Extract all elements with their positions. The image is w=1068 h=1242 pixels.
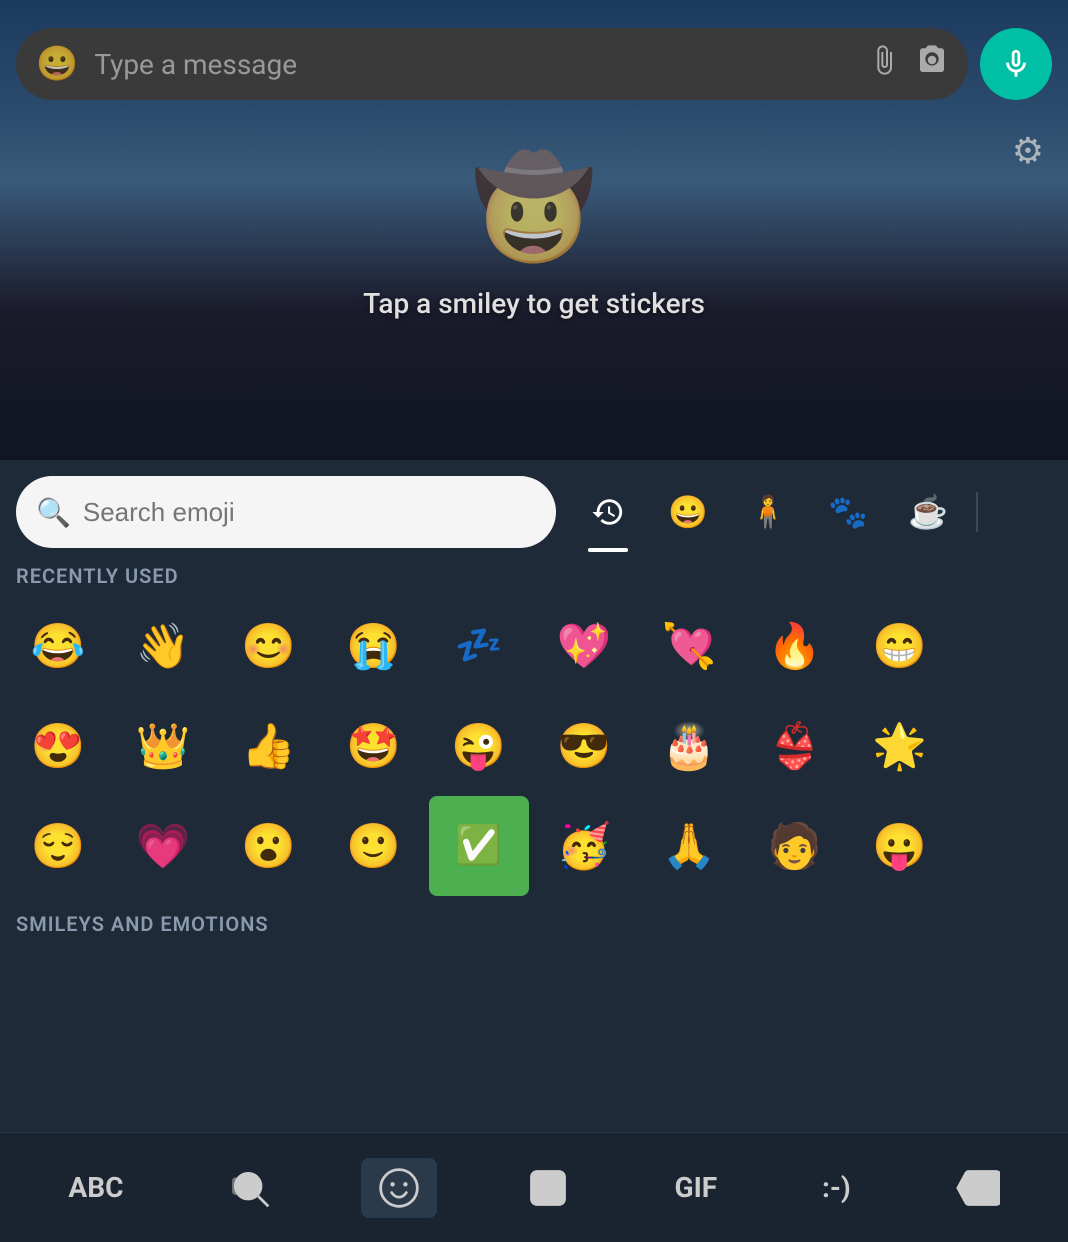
emoji-cell[interactable]: 🤩 xyxy=(324,696,424,796)
emoji-cell xyxy=(955,796,1055,896)
section-recently-used-label: RECENTLY USED xyxy=(0,548,1068,596)
settings-gear-icon[interactable]: ⚙ xyxy=(1012,130,1044,172)
emoji-toggle-icon[interactable]: 😀 xyxy=(36,44,78,84)
emoji-cell[interactable]: 👋 xyxy=(113,596,213,696)
emoji-cell[interactable]: 💘 xyxy=(639,596,739,696)
category-tab-smileys[interactable]: 😀 xyxy=(652,476,724,548)
abc-label: ABC xyxy=(68,1171,123,1204)
emoji-cell[interactable]: 🙂 xyxy=(324,796,424,896)
emoji-cell[interactable]: 🎂 xyxy=(639,696,739,796)
category-tab-animals[interactable]: 🐾 xyxy=(812,476,884,548)
camera-icon[interactable] xyxy=(916,44,948,84)
emoji-cell[interactable]: 😂 xyxy=(8,596,108,696)
message-input-container[interactable]: 😀 Type a message xyxy=(16,28,968,100)
message-placeholder[interactable]: Type a message xyxy=(94,48,852,81)
emoji-cell[interactable]: 💗 xyxy=(113,796,213,896)
emoji-cell[interactable]: 😎 xyxy=(534,696,634,796)
text-emoji-button[interactable]: :-) xyxy=(806,1163,867,1212)
emoji-grid-recently-used: 😂 👋 😊 😭 💤 💖 💘 🔥 😁 😍 👑 👍 🤩 😜 😎 🎂 👙 🌟 😌 💗 … xyxy=(0,596,1068,896)
emoji-cell[interactable]: 🧑 xyxy=(744,796,844,896)
emoji-cell[interactable]: 🥳 xyxy=(534,796,634,896)
paperclip-icon[interactable] xyxy=(868,44,900,84)
emoji-cell[interactable]: 👑 xyxy=(113,696,213,796)
emoji-cell[interactable]: 😌 xyxy=(8,796,108,896)
emoji-cell[interactable]: 😮 xyxy=(218,796,318,896)
search-icon: 🔍 xyxy=(36,496,71,529)
emoji-cell[interactable]: 💤 xyxy=(429,596,529,696)
sticker-button[interactable] xyxy=(510,1158,586,1218)
emoji-cell[interactable]: 😁 xyxy=(850,596,950,696)
message-bar: 😀 Type a message xyxy=(16,20,1052,108)
mic-button[interactable] xyxy=(980,28,1052,100)
emoji-cell[interactable]: 💖 xyxy=(534,596,634,696)
emoji-panel: 🔍 😀 🧍 🐾 ☕ RECENTLY USED 😂 👋 😊 😭 💤 💖 💘 🔥 … xyxy=(0,460,1068,1242)
category-tab-food[interactable]: ☕ xyxy=(892,476,964,548)
category-tab-people[interactable]: 🧍 xyxy=(732,476,804,548)
search-emoji-input[interactable] xyxy=(83,497,536,528)
emoji-cell[interactable]: ✅ xyxy=(429,796,529,896)
emoji-cell[interactable]: 🔥 xyxy=(744,596,844,696)
emoji-cell[interactable]: 🙏 xyxy=(639,796,739,896)
keyboard-bar: ABC GIF :-) xyxy=(0,1132,1068,1242)
sticker-prompt-area: 🤠 Tap a smiley to get stickers xyxy=(0,150,1068,320)
emoji-cell[interactable]: 😜 xyxy=(429,696,529,796)
sticker-prompt-text: Tap a smiley to get stickers xyxy=(363,287,705,320)
search-tabs-row: 🔍 😀 🧍 🐾 ☕ xyxy=(0,460,1068,548)
backspace-button[interactable] xyxy=(940,1158,1016,1218)
emoji-cell[interactable]: 🌟 xyxy=(850,696,950,796)
emoji-cell[interactable]: 😍 xyxy=(8,696,108,796)
sticker-cowboy-emoji[interactable]: 🤠 xyxy=(472,150,597,267)
emoji-cell[interactable]: 😊 xyxy=(218,596,318,696)
category-tab-recent[interactable] xyxy=(572,476,644,548)
emoji-cell[interactable]: 👙 xyxy=(744,696,844,796)
gif-button[interactable]: GIF xyxy=(659,1163,734,1212)
abc-button[interactable]: ABC xyxy=(52,1163,139,1212)
search-box[interactable]: 🔍 xyxy=(16,476,556,548)
section-smileys-label: SMILEYS AND EMOTIONS xyxy=(0,896,1068,944)
emoji-cell xyxy=(955,596,1055,696)
tab-divider xyxy=(976,492,978,532)
emoji-cell xyxy=(955,696,1055,796)
sticker-search-button[interactable] xyxy=(212,1158,288,1218)
gif-label: GIF xyxy=(675,1171,718,1204)
emoji-cell[interactable]: 😛 xyxy=(850,796,950,896)
text-emoji-label: :-) xyxy=(822,1171,851,1204)
emoji-cell[interactable]: 👍 xyxy=(218,696,318,796)
category-tabs: 😀 🧍 🐾 ☕ xyxy=(572,476,982,548)
emoji-cell[interactable]: 😭 xyxy=(324,596,424,696)
emoji-keyboard-button[interactable] xyxy=(361,1158,437,1218)
